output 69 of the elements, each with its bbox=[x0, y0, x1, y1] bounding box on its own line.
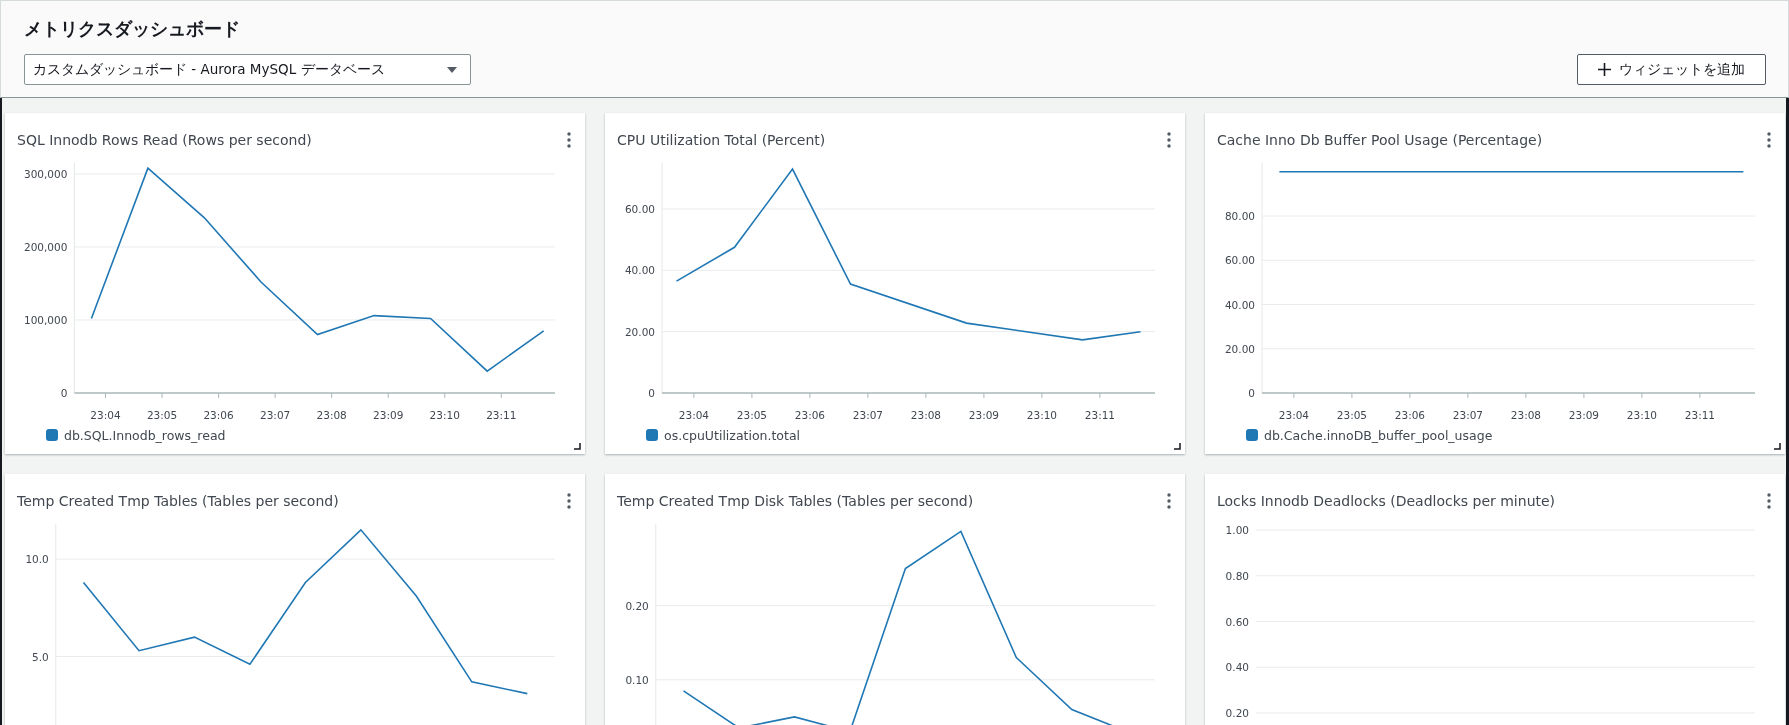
x-axis-label: 23:11 bbox=[1084, 409, 1116, 421]
resize-handle-icon[interactable] bbox=[574, 443, 581, 450]
y-axis-label: 20.00 bbox=[624, 325, 655, 338]
widget-title: CPU Utilization Total (Percent) bbox=[617, 132, 826, 148]
caret-icon bbox=[446, 65, 458, 74]
x-axis-label: 23:04 bbox=[1278, 409, 1310, 421]
add-widget-button[interactable]: ウィジェットを追加 bbox=[1577, 54, 1766, 85]
y-axis-label: 200,000 bbox=[24, 240, 68, 253]
y-axis-label: 300,000 bbox=[24, 167, 68, 180]
x-axis-label: 23:11 bbox=[1684, 409, 1716, 421]
legend-label: db.Cache.innoDB_buffer_pool_usage bbox=[1264, 427, 1493, 443]
y-axis-label: 100,000 bbox=[24, 314, 68, 326]
y-axis-label: 0 bbox=[1248, 387, 1255, 399]
dashboard-select[interactable]: カスタムダッシュボード - Aurora MySQL データベース bbox=[24, 54, 471, 85]
x-axis-label: 23:07 bbox=[260, 409, 291, 421]
x-axis-label: 23:10 bbox=[429, 409, 460, 421]
widget-title: Cache Inno Db Buffer Pool Usage (Percentage) bbox=[1217, 132, 1543, 148]
x-axis-label: 23:06 bbox=[1394, 409, 1426, 421]
x-axis-label: 23:08 bbox=[910, 409, 942, 421]
x-axis-label: 23:11 bbox=[486, 409, 517, 421]
resize-handle-icon[interactable] bbox=[1774, 443, 1781, 450]
more-options-icon[interactable] bbox=[567, 132, 571, 148]
widget-title: Temp Created Tmp Disk Tables (Tables per second) bbox=[617, 493, 974, 509]
widget-title: Temp Created Tmp Tables (Tables per second) bbox=[17, 493, 339, 509]
y-axis-label: 0 bbox=[60, 387, 68, 399]
y-axis-label: 0.20 bbox=[1225, 707, 1249, 719]
x-axis-label: 23:05 bbox=[736, 409, 768, 421]
more-options-icon[interactable] bbox=[1767, 493, 1771, 509]
x-axis-label: 23:06 bbox=[203, 409, 234, 421]
x-axis-label: 23:05 bbox=[1336, 409, 1368, 421]
y-axis-label: 40.00 bbox=[624, 264, 655, 277]
x-axis-label: 23:10 bbox=[1626, 409, 1658, 421]
y-axis-label: 0.40 bbox=[1225, 661, 1249, 674]
y-axis-label: 0.80 bbox=[1225, 569, 1249, 582]
plus-icon bbox=[1598, 63, 1611, 76]
x-axis-label: 23:09 bbox=[1568, 409, 1600, 421]
y-axis-label: 80.00 bbox=[1224, 210, 1255, 223]
more-options-icon[interactable] bbox=[567, 493, 571, 509]
y-axis-label: 0.60 bbox=[1225, 615, 1249, 628]
x-axis-label: 23:05 bbox=[146, 409, 178, 421]
y-axis-label: 10.0 bbox=[25, 553, 49, 566]
y-axis-label: 0 bbox=[648, 387, 655, 399]
more-options-icon[interactable] bbox=[1167, 493, 1171, 509]
x-axis-label: 23:07 bbox=[852, 409, 884, 421]
x-axis-label: 23:07 bbox=[1452, 409, 1484, 421]
widget-title: SQL Innodb Rows Read (Rows per second) bbox=[17, 132, 312, 148]
x-axis-label: 23:04 bbox=[90, 409, 121, 421]
y-axis-label: 0.20 bbox=[625, 599, 649, 612]
resize-handle-icon[interactable] bbox=[1174, 443, 1181, 450]
more-options-icon[interactable] bbox=[1167, 132, 1171, 148]
x-axis-label: 23:08 bbox=[1510, 409, 1542, 421]
x-axis-label: 23:08 bbox=[316, 409, 347, 421]
x-axis-label: 23:06 bbox=[794, 409, 826, 421]
more-options-icon[interactable] bbox=[1767, 132, 1771, 148]
y-axis-label: 60.00 bbox=[624, 203, 655, 215]
x-axis-label: 23:09 bbox=[373, 409, 404, 421]
x-axis-label: 23:10 bbox=[1026, 409, 1058, 421]
legend-label: db.SQL.Innodb_rows_read bbox=[64, 427, 226, 443]
legend-label: os.cpuUtilization.total bbox=[664, 427, 801, 443]
y-axis-label: 5.0 bbox=[32, 650, 49, 663]
y-axis-label: 1.00 bbox=[1225, 524, 1249, 536]
page-title: メトリクスダッシュボード bbox=[24, 17, 241, 41]
y-axis-label: 20.00 bbox=[1224, 342, 1255, 355]
y-axis-label: 0.10 bbox=[625, 673, 649, 686]
x-axis-label: 23:04 bbox=[678, 409, 710, 421]
y-axis-label: 40.00 bbox=[1224, 298, 1255, 311]
y-axis-label: 60.00 bbox=[1224, 254, 1255, 267]
x-axis-label: 23:09 bbox=[968, 409, 1000, 421]
widget-title: Locks Innodb Deadlocks (Deadlocks per minute) bbox=[1217, 493, 1556, 509]
